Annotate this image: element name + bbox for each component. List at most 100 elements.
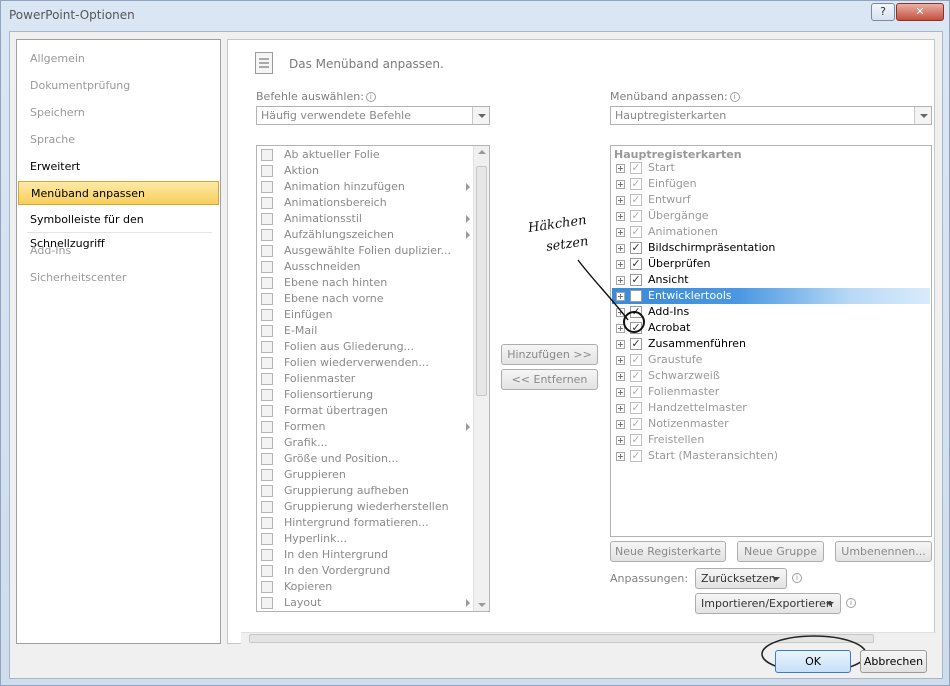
list-item[interactable]: In den Vordergrund xyxy=(258,563,476,579)
chevron-down-icon[interactable] xyxy=(472,107,489,124)
expand-plus-icon[interactable] xyxy=(616,180,625,189)
tab-checkbox[interactable]: ✓ xyxy=(630,226,642,238)
tab-checkbox[interactable]: ✓ xyxy=(630,162,642,174)
tab-checkbox[interactable]: ✓ xyxy=(630,450,642,462)
list-item[interactable]: Ebene nach hinten xyxy=(258,275,476,291)
expand-plus-icon[interactable] xyxy=(616,404,625,413)
tab-checkbox[interactable]: ✓ xyxy=(630,386,642,398)
list-item[interactable]: Animationsstil xyxy=(258,211,476,227)
expand-plus-icon[interactable] xyxy=(616,196,625,205)
rename-button[interactable]: Umbenennen... xyxy=(835,541,932,562)
ribbon-tab-item[interactable]: ✓ Handzettelmaster xyxy=(612,400,930,416)
list-item[interactable]: Grafik... xyxy=(258,435,476,451)
nav-item-3[interactable]: Speichern xyxy=(18,101,219,125)
ribbon-tab-item[interactable]: ✓ Einfügen xyxy=(612,176,930,192)
tab-checkbox[interactable]: ✓ xyxy=(630,370,642,382)
nav-item-6[interactable]: Menüband anpassen xyxy=(18,181,219,205)
list-item[interactable]: Ausschneiden xyxy=(258,259,476,275)
list-item[interactable]: Animation hinzufügen xyxy=(258,179,476,195)
expand-plus-icon[interactable] xyxy=(616,164,625,173)
nav-item-2[interactable]: Dokumentprüfung xyxy=(18,74,219,98)
list-item[interactable]: Hintergrund formatieren... xyxy=(258,515,476,531)
nav-item-5[interactable]: Erweitert xyxy=(18,155,219,179)
nav-item-9[interactable]: Sicherheitscenter xyxy=(18,266,219,290)
ribbon-tab-item[interactable]: ✓ Acrobat xyxy=(612,320,930,336)
tab-checkbox[interactable]: ✓ xyxy=(630,418,642,430)
list-item[interactable]: Format übertragen xyxy=(258,403,476,419)
list-item[interactable]: Foliensortierung xyxy=(258,387,476,403)
ribbon-tab-item[interactable]: Entwicklertools xyxy=(612,288,930,304)
list-item[interactable]: Gruppierung wiederherstellen xyxy=(258,499,476,515)
list-item[interactable]: Layout xyxy=(258,595,476,611)
help-button[interactable]: ? xyxy=(871,3,895,21)
expand-plus-icon[interactable] xyxy=(616,452,625,461)
ok-button[interactable]: OK xyxy=(775,650,851,673)
commands-combo[interactable]: Häufig verwendete Befehle xyxy=(256,106,490,125)
ribbon-tab-item[interactable]: ✓ Ansicht xyxy=(612,272,930,288)
close-button[interactable]: ✕ xyxy=(896,3,944,21)
expand-plus-icon[interactable] xyxy=(616,356,625,365)
list-item[interactable]: Aufzählungszeichen xyxy=(258,227,476,243)
ribbon-tab-item[interactable]: ✓ Animationen xyxy=(612,224,930,240)
commands-list[interactable]: Ab aktueller Folie Aktion Animation hinzuf… xyxy=(256,145,490,612)
tab-checkbox[interactable]: ✓ xyxy=(630,434,642,446)
add-button[interactable]: Hinzufügen >> xyxy=(501,344,598,365)
list-item[interactable]: Ebene nach vorne xyxy=(258,291,476,307)
nav-item-7[interactable]: Symbolleiste für den Schnellzugriff xyxy=(18,208,219,250)
ribbon-tab-item[interactable]: ✓ Add-Ins xyxy=(612,304,930,320)
ribbon-tree[interactable]: Hauptregisterkarten ✓ Start ✓ Einfügen ✓ Entw… xyxy=(610,145,932,537)
list-item[interactable]: Aktion xyxy=(258,163,476,179)
list-item[interactable]: Kopieren xyxy=(258,579,476,595)
import-export-dropdown[interactable]: Importieren/Exportieren xyxy=(695,593,841,614)
list-item[interactable]: E-Mail xyxy=(258,323,476,339)
remove-button[interactable]: << Entfernen xyxy=(501,369,598,390)
list-item[interactable]: Größe und Position... xyxy=(258,451,476,467)
nav-item-8[interactable]: Add-Ins xyxy=(18,239,219,263)
list-item[interactable]: Hyperlink... xyxy=(258,531,476,547)
list-item[interactable]: Einfügen xyxy=(258,307,476,323)
list-item[interactable]: Animationsbereich xyxy=(258,195,476,211)
ribbon-tab-item[interactable]: ✓ Freistellen xyxy=(612,432,930,448)
list-item[interactable]: In den Hintergrund xyxy=(258,547,476,563)
ribbon-tab-item[interactable]: ✓ Übergänge xyxy=(612,208,930,224)
scroll-down-icon[interactable] xyxy=(478,603,486,607)
tab-checkbox[interactable]: ✓ xyxy=(630,178,642,190)
ribbon-tab-item[interactable]: ✓ Notizenmaster xyxy=(612,416,930,432)
scroll-thumb[interactable] xyxy=(476,166,487,396)
list-item[interactable]: Folien aus Gliederung... xyxy=(258,339,476,355)
ribbon-tab-item[interactable]: ✓ Schwarzweiß xyxy=(612,368,930,384)
chevron-down-icon[interactable] xyxy=(914,107,931,124)
cancel-button[interactable]: Abbrechen xyxy=(860,650,927,673)
tab-checkbox[interactable]: ✓ xyxy=(630,354,642,366)
tab-checkbox[interactable]: ✓ xyxy=(630,194,642,206)
ribbon-tab-item[interactable]: ✓ Start xyxy=(612,160,930,176)
nav-item-4[interactable]: Sprache xyxy=(18,128,219,152)
expand-plus-icon[interactable] xyxy=(616,388,625,397)
ribbon-combo[interactable]: Hauptregisterkarten xyxy=(610,106,932,125)
expand-plus-icon[interactable] xyxy=(616,340,625,349)
expand-plus-icon[interactable] xyxy=(616,372,625,381)
list-item[interactable]: Gruppierung aufheben xyxy=(258,483,476,499)
ribbon-tab-item[interactable]: ✓ Zusammenführen xyxy=(612,336,930,352)
list-item[interactable]: Ausgewählte Folien duplizier... xyxy=(258,243,476,259)
reset-dropdown[interactable]: Zurücksetzen xyxy=(695,568,787,589)
new-group-button[interactable]: Neue Gruppe xyxy=(737,541,824,562)
list-item[interactable]: Ab aktueller Folie xyxy=(258,147,476,163)
scroll-up-icon[interactable] xyxy=(478,150,486,154)
new-tab-button[interactable]: Neue Registerkarte xyxy=(610,541,726,562)
nav-item-1[interactable]: Allgemein xyxy=(18,47,219,71)
list-item[interactable]: Gruppieren xyxy=(258,467,476,483)
expand-plus-icon[interactable] xyxy=(616,420,625,429)
list-item[interactable]: Formen xyxy=(258,419,476,435)
ribbon-tab-item[interactable]: ✓ Graustufe xyxy=(612,352,930,368)
ribbon-tab-item[interactable]: ✓ Start (Masteransichten) xyxy=(612,448,930,464)
tab-checkbox[interactable]: ✓ xyxy=(630,338,642,350)
list-item[interactable]: Folien wiederverwenden... xyxy=(258,355,476,371)
tab-checkbox[interactable]: ✓ xyxy=(630,402,642,414)
ribbon-tab-item[interactable]: ✓ Entwurf xyxy=(612,192,930,208)
tab-checkbox[interactable]: ✓ xyxy=(630,210,642,222)
expand-plus-icon[interactable] xyxy=(616,212,625,221)
ribbon-tab-item[interactable]: ✓ Überprüfen xyxy=(612,256,930,272)
expand-plus-icon[interactable] xyxy=(616,228,625,237)
ribbon-tab-item[interactable]: ✓ Folienmaster xyxy=(612,384,930,400)
